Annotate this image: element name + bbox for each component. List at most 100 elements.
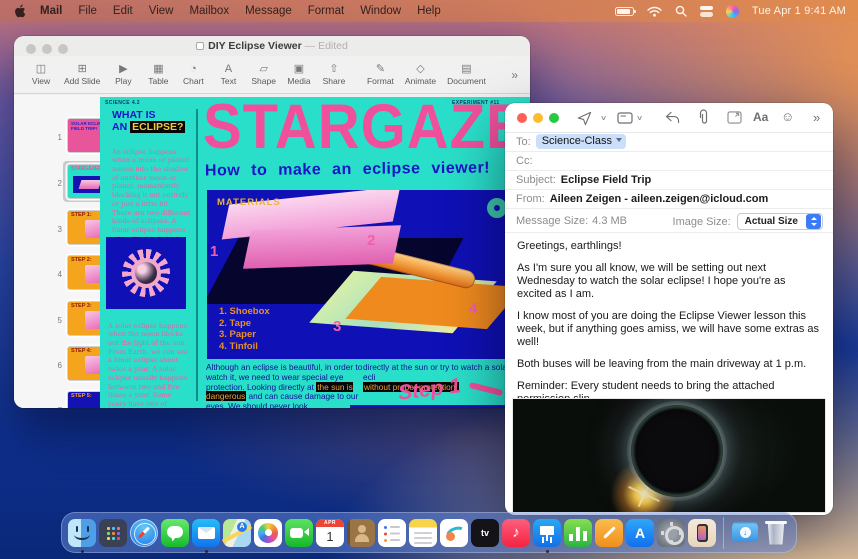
share-button[interactable]: ⇧Share [322, 63, 346, 86]
slide-number: 3 [48, 225, 62, 234]
dock-iphone-mirroring[interactable] [688, 519, 716, 547]
materials-label: MATERIALS [217, 197, 281, 208]
materials-list: 1. Shoebox 2. Tape 3. Paper 4. Tinfoil [219, 306, 270, 352]
keynote-titlebar[interactable]: DIY Eclipse Viewer — Edited [14, 36, 530, 56]
dock-pages[interactable] [595, 519, 623, 547]
recipient-token[interactable]: Science-Class [536, 134, 626, 149]
emoji-icon[interactable]: ☺ [781, 109, 794, 124]
dock-photos[interactable] [254, 519, 282, 547]
menu-window[interactable]: Window [352, 5, 409, 17]
dock-numbers[interactable] [564, 519, 592, 547]
dock-reminders[interactable] [378, 519, 406, 547]
menu-edit[interactable]: Edit [105, 5, 141, 17]
dock-finder[interactable] [68, 519, 96, 547]
dock-music[interactable] [502, 519, 530, 547]
dock-downloads[interactable] [731, 519, 759, 547]
slide-number: 7 [48, 406, 62, 408]
dock-trash[interactable] [762, 519, 790, 547]
materials-box: MATERIALS 1 2 3 4 1. Shoebox 2. Tape 3. … [207, 190, 517, 359]
menu-file[interactable]: File [70, 5, 105, 17]
text-button[interactable]: AText [216, 63, 240, 86]
menu-mail[interactable]: Mail [32, 5, 70, 17]
column-divider [196, 109, 198, 401]
format-icon: ✎ [376, 63, 385, 75]
format-text-icon[interactable]: Aa [753, 110, 768, 124]
mail-overflow-chevron[interactable]: » [813, 110, 820, 125]
dock-keynote[interactable] [533, 519, 561, 547]
warning-paragraph: Although an eclipse is beautiful, in ord… [206, 363, 366, 408]
to-field[interactable]: To:Science-Class [505, 133, 833, 152]
play-button[interactable]: ▶Play [111, 63, 135, 86]
image-size-label: Image Size: [673, 210, 731, 234]
menu-bar: Mail File Edit View Mailbox Message Form… [0, 0, 858, 22]
dock-tv[interactable]: tv [471, 519, 499, 547]
toolbar-overflow-chevron[interactable]: » [511, 68, 530, 82]
table-icon: ▦ [153, 63, 163, 75]
dock-app-store[interactable] [626, 519, 654, 547]
mail-toolbar[interactable]: ∨ ∨ Aa ☺ » [505, 103, 833, 133]
from-field[interactable]: From:Aileen Zeigen - aileen.zeigen@iclou… [505, 190, 833, 209]
attach-icon[interactable] [697, 109, 710, 126]
format-button[interactable]: ✎Format [367, 63, 394, 86]
add-slide-button[interactable]: ⊞Add Slide [64, 63, 100, 86]
header-fields-chevron-icon[interactable]: ∨ [636, 114, 643, 122]
image-size-select[interactable]: Actual Size [737, 213, 823, 230]
dock-calendar[interactable]: APR1 [316, 519, 344, 547]
menu-format[interactable]: Format [300, 5, 352, 17]
animate-button[interactable]: ◇Animate [405, 63, 436, 86]
figure-number: 2 [367, 232, 375, 249]
dock-facetime[interactable] [285, 519, 313, 547]
table-button[interactable]: ▦Table [146, 63, 170, 86]
material-item: 1. Shoebox [219, 306, 270, 318]
document-icon [196, 42, 204, 50]
zoom-button[interactable] [549, 113, 559, 123]
send-chevron-icon[interactable]: ∨ [600, 114, 607, 122]
cc-field[interactable]: Cc: [505, 152, 833, 171]
shape-button[interactable]: ▱Shape [251, 63, 276, 86]
message-size-row: Message Size:4.3 MB Image Size: Actual S… [505, 209, 833, 233]
running-indicator [81, 550, 84, 553]
menu-view[interactable]: View [141, 5, 182, 17]
document-button[interactable]: ▤Document [447, 63, 486, 86]
dock-mail[interactable] [192, 519, 220, 547]
battery-icon[interactable] [615, 7, 634, 16]
wifi-icon[interactable] [647, 6, 662, 17]
subject-field[interactable]: Subject:Eclipse Field Trip [505, 171, 833, 190]
dock-launchpad[interactable] [99, 519, 127, 547]
insert-photo-icon[interactable] [727, 111, 742, 124]
chart-button[interactable]: ◔Chart [181, 63, 205, 86]
minimize-button[interactable] [533, 113, 543, 123]
apple-menu-icon[interactable] [14, 4, 26, 18]
header-fields-icon[interactable] [617, 112, 633, 124]
close-button[interactable] [517, 113, 527, 123]
reply-icon[interactable] [665, 111, 680, 124]
dock-safari[interactable] [130, 519, 158, 547]
material-item: 2. Tape [219, 318, 270, 330]
figure-number: 1 [210, 243, 218, 260]
dock-system-settings[interactable] [657, 519, 685, 547]
send-icon[interactable] [577, 111, 592, 126]
siri-icon[interactable] [726, 5, 739, 18]
dock-contacts[interactable] [347, 519, 375, 547]
menu-message[interactable]: Message [237, 5, 300, 17]
document-sidebar-icon: ▤ [461, 63, 471, 75]
menu-help[interactable]: Help [409, 5, 449, 17]
menu-mailbox[interactable]: Mailbox [181, 5, 237, 17]
dock-maps[interactable] [223, 519, 251, 547]
spotlight-search-icon[interactable] [675, 5, 687, 17]
media-button[interactable]: ▣Media [287, 63, 311, 86]
view-button[interactable]: ◫View [29, 63, 53, 86]
slide-canvas[interactable]: SCIENCE 4.2 EXPERIMENT #11 WHAT IS AN EC… [100, 97, 530, 408]
keynote-toolbar: ◫View ⊞Add Slide ▶Play ▦Table ◔Chart ATe… [14, 56, 530, 94]
slide-number: 1 [48, 133, 62, 142]
dock: APR1 tv [61, 512, 797, 553]
eclipse-photo-attachment[interactable] [513, 399, 825, 512]
dock-notes[interactable] [409, 519, 437, 547]
dock-freeform[interactable] [440, 519, 468, 547]
slide-number: 4 [48, 270, 62, 279]
tape-illustration [487, 198, 507, 218]
dock-messages[interactable] [161, 519, 189, 547]
control-center-icon[interactable] [700, 6, 713, 17]
menu-clock[interactable]: Tue Apr 1 9:41 AM [752, 5, 846, 17]
slide-subtitle: How to make an eclipse viewer! [205, 160, 490, 181]
